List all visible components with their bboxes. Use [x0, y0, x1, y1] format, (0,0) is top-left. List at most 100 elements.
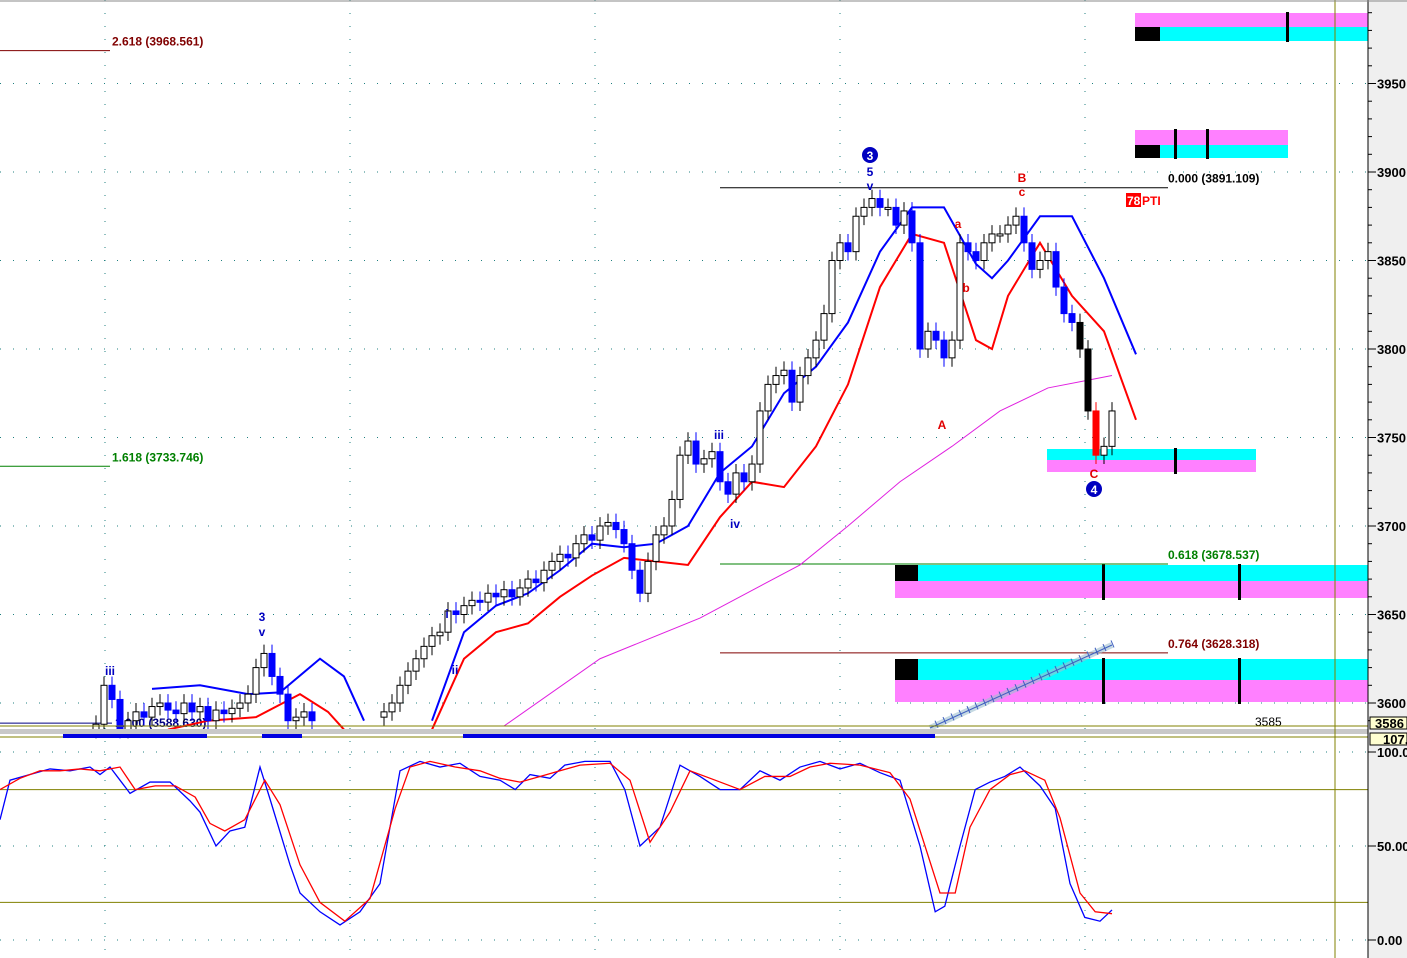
zone-5 [895, 658, 1370, 704]
target-zones [895, 12, 1370, 704]
session-bars [63, 734, 935, 738]
stochastic-slow-line [0, 760, 1113, 923]
candle-body [220, 709, 228, 715]
candle-body [1076, 321, 1084, 350]
wave-label: v [867, 179, 874, 193]
candle-body [732, 472, 740, 495]
candle-body [1060, 286, 1068, 315]
candle-body [380, 711, 388, 718]
zone-3 [1047, 448, 1256, 474]
candle-body [1004, 224, 1012, 235]
candle-body [100, 684, 108, 725]
candle-body [1052, 251, 1060, 288]
candle-body [980, 242, 988, 262]
candle-body [692, 440, 700, 465]
wave-label: ii [452, 663, 459, 677]
wave-label: iii [105, 664, 115, 678]
candle-body [532, 578, 540, 584]
candle-body [652, 534, 660, 562]
axis-label: 3650 [1377, 608, 1406, 623]
wave-label: C [1090, 467, 1099, 481]
panel-divider[interactable] [0, 729, 1368, 734]
candle-body [308, 711, 316, 722]
price-chart[interactable]: 2.618 (3968.561)1.618 (3733.746)1.000 (3… [0, 0, 1407, 958]
candle-body [892, 206, 900, 226]
wave-label: 3 [259, 610, 266, 624]
zone-4 [895, 564, 1370, 600]
candle-body [228, 707, 236, 715]
candle-body [948, 339, 956, 359]
candle-body [420, 645, 428, 660]
candle-body [1108, 410, 1116, 447]
candle-body [852, 215, 860, 253]
candle-body [588, 534, 596, 541]
candle-body [148, 706, 156, 718]
stochastic-panel [0, 760, 1113, 926]
wave-label: c [1019, 185, 1026, 199]
candle-body [1068, 313, 1076, 323]
axis-label: 3600 [1377, 696, 1406, 711]
candle-body [940, 339, 948, 359]
zone-2 [1135, 129, 1288, 159]
chart-window: 2.618 (3968.561) 1.618 (3733.746) 1.000 (3… [0, 0, 1407, 958]
fibonacci-levels: 2.618 (3968.561)1.618 (3733.746)1.000 (3… [0, 35, 1259, 730]
candle-body [628, 543, 636, 571]
candle-body [596, 525, 604, 541]
candle-body [964, 242, 972, 253]
candle-body [788, 369, 796, 403]
candle-body [236, 702, 244, 709]
candle-body [748, 463, 756, 483]
candle-body [572, 543, 580, 559]
candle-body [756, 410, 764, 465]
candle-body [996, 233, 1004, 237]
candle-body [564, 553, 572, 559]
indicator-lines [151, 206, 1137, 731]
candle-body [172, 709, 180, 715]
candle-body [932, 330, 940, 341]
candle-body [252, 667, 260, 695]
candle-body [620, 529, 628, 545]
candle-body [476, 599, 484, 603]
osc-axis-label: 0.00 [1377, 933, 1402, 948]
candle-body [884, 206, 892, 210]
candle-body [844, 242, 852, 253]
price-axis[interactable] [1368, 0, 1407, 958]
candle-body [668, 498, 676, 527]
candle-body [268, 652, 276, 677]
axis-label: 3800 [1377, 342, 1406, 357]
candle-body [452, 610, 460, 616]
candle-body [244, 693, 252, 704]
candle-body [412, 658, 420, 672]
candle-body [740, 472, 748, 483]
candle-body [388, 702, 396, 713]
wave-labels: 35vBcabAC4iiiiviii3viii [105, 147, 1102, 678]
candle-body [860, 206, 868, 217]
pti-number: 78 [1127, 194, 1141, 208]
candle-body [700, 458, 708, 465]
candle-body [212, 709, 220, 722]
candle-body [972, 251, 980, 261]
wave-label: b [962, 281, 969, 295]
candle-body [580, 534, 588, 545]
candle-body [156, 702, 164, 708]
candle-body [180, 702, 188, 715]
candle-body [500, 589, 508, 598]
wave-label: B [1018, 171, 1027, 185]
candle-body [436, 631, 444, 637]
fib-label: 0.764 (3628.318) [1168, 637, 1259, 651]
candle-body [684, 440, 692, 456]
candle-body [1044, 251, 1052, 261]
candle-body [404, 670, 412, 686]
wave-label: 4 [1091, 483, 1098, 497]
candle-body [676, 454, 684, 500]
candle-body [508, 589, 516, 598]
candle-body [796, 375, 804, 403]
candle-body [772, 375, 780, 385]
candle-body [292, 716, 300, 722]
wave-label: a [955, 217, 962, 231]
candle-body [836, 242, 844, 262]
fib-label: 0.618 (3678.537) [1168, 548, 1259, 562]
candle-body [116, 698, 124, 731]
candle-body [868, 198, 876, 208]
candle-body [132, 711, 140, 722]
